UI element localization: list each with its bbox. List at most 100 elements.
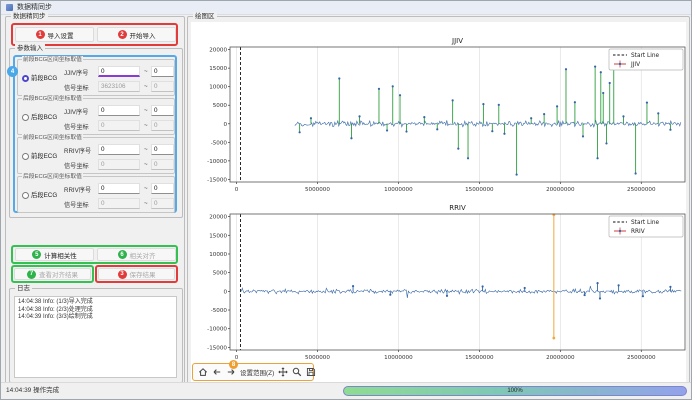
compute-correlation-button[interactable]: 5 计算相关性 bbox=[15, 248, 94, 261]
pan-icon[interactable] bbox=[278, 367, 288, 377]
home-icon[interactable] bbox=[198, 367, 208, 377]
svg-text:20000000: 20000000 bbox=[546, 187, 575, 193]
svg-text:-10000: -10000 bbox=[207, 159, 227, 165]
tilde-separator: ~ bbox=[144, 122, 148, 129]
zoom-icon[interactable] bbox=[292, 367, 302, 377]
field-label: JJIV序号 bbox=[64, 68, 97, 77]
step-5-badge: 5 bbox=[32, 250, 41, 259]
back-icon[interactable] bbox=[212, 367, 222, 377]
save-result-label: 保存结果 bbox=[130, 269, 156, 279]
svg-text:20000: 20000 bbox=[209, 48, 227, 54]
input-front-bcg-to-1[interactable] bbox=[151, 81, 174, 92]
radio-front-bcg[interactable] bbox=[22, 75, 29, 82]
input-front-ecg-from-0[interactable] bbox=[98, 144, 140, 155]
svg-text:0: 0 bbox=[223, 289, 227, 295]
input-rear-bcg-to-1[interactable] bbox=[151, 120, 174, 131]
input-front-bcg-from-1[interactable] bbox=[98, 81, 140, 92]
align-button[interactable]: 6 相关对齐 bbox=[97, 248, 176, 261]
step-3-badge: 3 bbox=[118, 270, 127, 279]
param-section-front-bcg: 前段BCG区间坐标取值前段BCGJJIV序号~信号坐标~ bbox=[17, 59, 175, 96]
log-entry: 14:04:39 Info: (3/3)绘制完成 bbox=[18, 314, 173, 322]
field-label: 信号坐标 bbox=[64, 83, 97, 92]
input-rear-ecg-to-0[interactable] bbox=[151, 183, 174, 194]
input-front-bcg-from-0[interactable] bbox=[98, 66, 140, 77]
tilde-separator: ~ bbox=[144, 83, 148, 90]
step-8-badge: 8 bbox=[229, 360, 238, 369]
svg-text:25000000: 25000000 bbox=[627, 355, 656, 361]
param-groupbox-title: 参数输入 bbox=[15, 44, 45, 53]
save-result-button[interactable]: 3 保存结果 bbox=[98, 268, 175, 280]
input-front-ecg-to-0[interactable] bbox=[151, 144, 174, 155]
plot-groupbox-title: 绘图区 bbox=[193, 12, 217, 21]
import-settings-label: 导入设置 bbox=[48, 30, 74, 40]
input-front-ecg-to-1[interactable] bbox=[151, 159, 174, 170]
radio-rear-bcg[interactable] bbox=[22, 114, 29, 121]
plot-toolbar: 8 设置范围(Z) bbox=[192, 363, 314, 381]
svg-text:5000: 5000 bbox=[213, 103, 228, 109]
log-area[interactable]: 14:04:38 Info: (1/3)导入完成14:04:38 Info: (… bbox=[14, 296, 177, 378]
input-rear-ecg-from-0[interactable] bbox=[98, 183, 140, 194]
progress-label: 100% bbox=[507, 388, 522, 394]
import-annotation-box: 1 导入设置 2 开始导入 bbox=[11, 23, 178, 46]
svg-text:-5000: -5000 bbox=[211, 308, 228, 314]
correlation-annotation-box: 5 计算相关性 6 相关对齐 bbox=[11, 245, 178, 264]
status-message: 14:04:39 操作完成 bbox=[6, 383, 59, 398]
import-settings-button[interactable]: 1 导入设置 bbox=[15, 27, 94, 42]
tilde-separator: ~ bbox=[144, 68, 148, 75]
input-rear-bcg-from-1[interactable] bbox=[98, 120, 140, 131]
svg-text:10000000: 10000000 bbox=[384, 187, 413, 193]
radio-front-ecg[interactable] bbox=[22, 153, 29, 160]
step-4-badge: 4 bbox=[7, 66, 18, 77]
svg-text:-10000: -10000 bbox=[207, 327, 227, 333]
field-label: JJIV序号 bbox=[64, 107, 97, 116]
set-range-label: 设置范围(Z) bbox=[240, 367, 274, 377]
svg-text:10000: 10000 bbox=[209, 252, 227, 258]
figure-canvas: JJIV050000001000000015000000200000002500… bbox=[191, 22, 686, 382]
log-entry: 14:04:38 Info: (2/3)处理完成 bbox=[18, 307, 173, 315]
svg-text:5000: 5000 bbox=[213, 271, 228, 277]
field-label: RRIV序号 bbox=[64, 185, 97, 194]
svg-text:15000: 15000 bbox=[209, 233, 227, 239]
step-6-badge: 6 bbox=[118, 250, 127, 259]
app-icon bbox=[6, 4, 13, 11]
field-label: 信号坐标 bbox=[64, 200, 97, 209]
field-label: 信号坐标 bbox=[64, 161, 97, 170]
radio-label-front-bcg: 前段BCG bbox=[31, 73, 63, 82]
param-section-rear-ecg: 后段ECG区间坐标取值后段ECGRRIV序号~信号坐标~ bbox=[17, 176, 175, 213]
step-1-badge: 1 bbox=[36, 30, 45, 39]
tilde-separator: ~ bbox=[144, 200, 148, 207]
progress-bar: 100% bbox=[343, 386, 687, 396]
charts-canvas[interactable]: JJIV050000001000000015000000200000002500… bbox=[191, 22, 686, 382]
log-entry: 14:04:38 Info: (1/3)导入完成 bbox=[18, 299, 173, 307]
param-annotation-box: 4 前段BCG区间坐标取值前段BCGJJIV序号~信号坐标~后段BCG区间坐标取… bbox=[13, 55, 177, 213]
save-icon[interactable] bbox=[306, 367, 316, 377]
svg-text:5000000: 5000000 bbox=[305, 187, 330, 193]
status-bar: 14:04:39 操作完成 100% bbox=[1, 382, 691, 399]
svg-text:15000000: 15000000 bbox=[465, 355, 494, 361]
log-groupbox-title: 日志 bbox=[15, 284, 32, 293]
svg-text:5000000: 5000000 bbox=[305, 355, 330, 361]
svg-text:15000: 15000 bbox=[209, 66, 227, 72]
input-rear-bcg-from-0[interactable] bbox=[98, 105, 140, 116]
param-section-title: 前段ECG区间坐标取值 bbox=[22, 134, 83, 142]
svg-text:10000: 10000 bbox=[209, 85, 227, 91]
input-front-bcg-to-0[interactable] bbox=[151, 66, 174, 77]
svg-text:20000: 20000 bbox=[209, 215, 227, 221]
start-import-button[interactable]: 2 开始导入 bbox=[97, 27, 176, 42]
view-align-result-button[interactable]: 7 查看对齐结果 bbox=[14, 268, 91, 280]
input-rear-bcg-to-0[interactable] bbox=[151, 105, 174, 116]
radio-rear-ecg[interactable] bbox=[22, 192, 29, 199]
input-rear-ecg-to-1[interactable] bbox=[151, 198, 174, 209]
input-front-ecg-from-1[interactable] bbox=[98, 159, 140, 170]
title-bar[interactable]: 数据精同步 bbox=[1, 1, 691, 15]
svg-text:-5000: -5000 bbox=[211, 140, 228, 146]
svg-text:0: 0 bbox=[223, 122, 227, 128]
param-section-title: 后段BCG区间坐标取值 bbox=[22, 95, 83, 103]
svg-text:20000000: 20000000 bbox=[546, 355, 575, 361]
svg-text:-15000: -15000 bbox=[207, 177, 227, 183]
svg-text:0: 0 bbox=[235, 187, 239, 193]
svg-text:RRIV: RRIV bbox=[631, 229, 645, 235]
svg-text:10000000: 10000000 bbox=[384, 355, 413, 361]
input-rear-ecg-from-1[interactable] bbox=[98, 198, 140, 209]
step-2-badge: 2 bbox=[118, 30, 127, 39]
